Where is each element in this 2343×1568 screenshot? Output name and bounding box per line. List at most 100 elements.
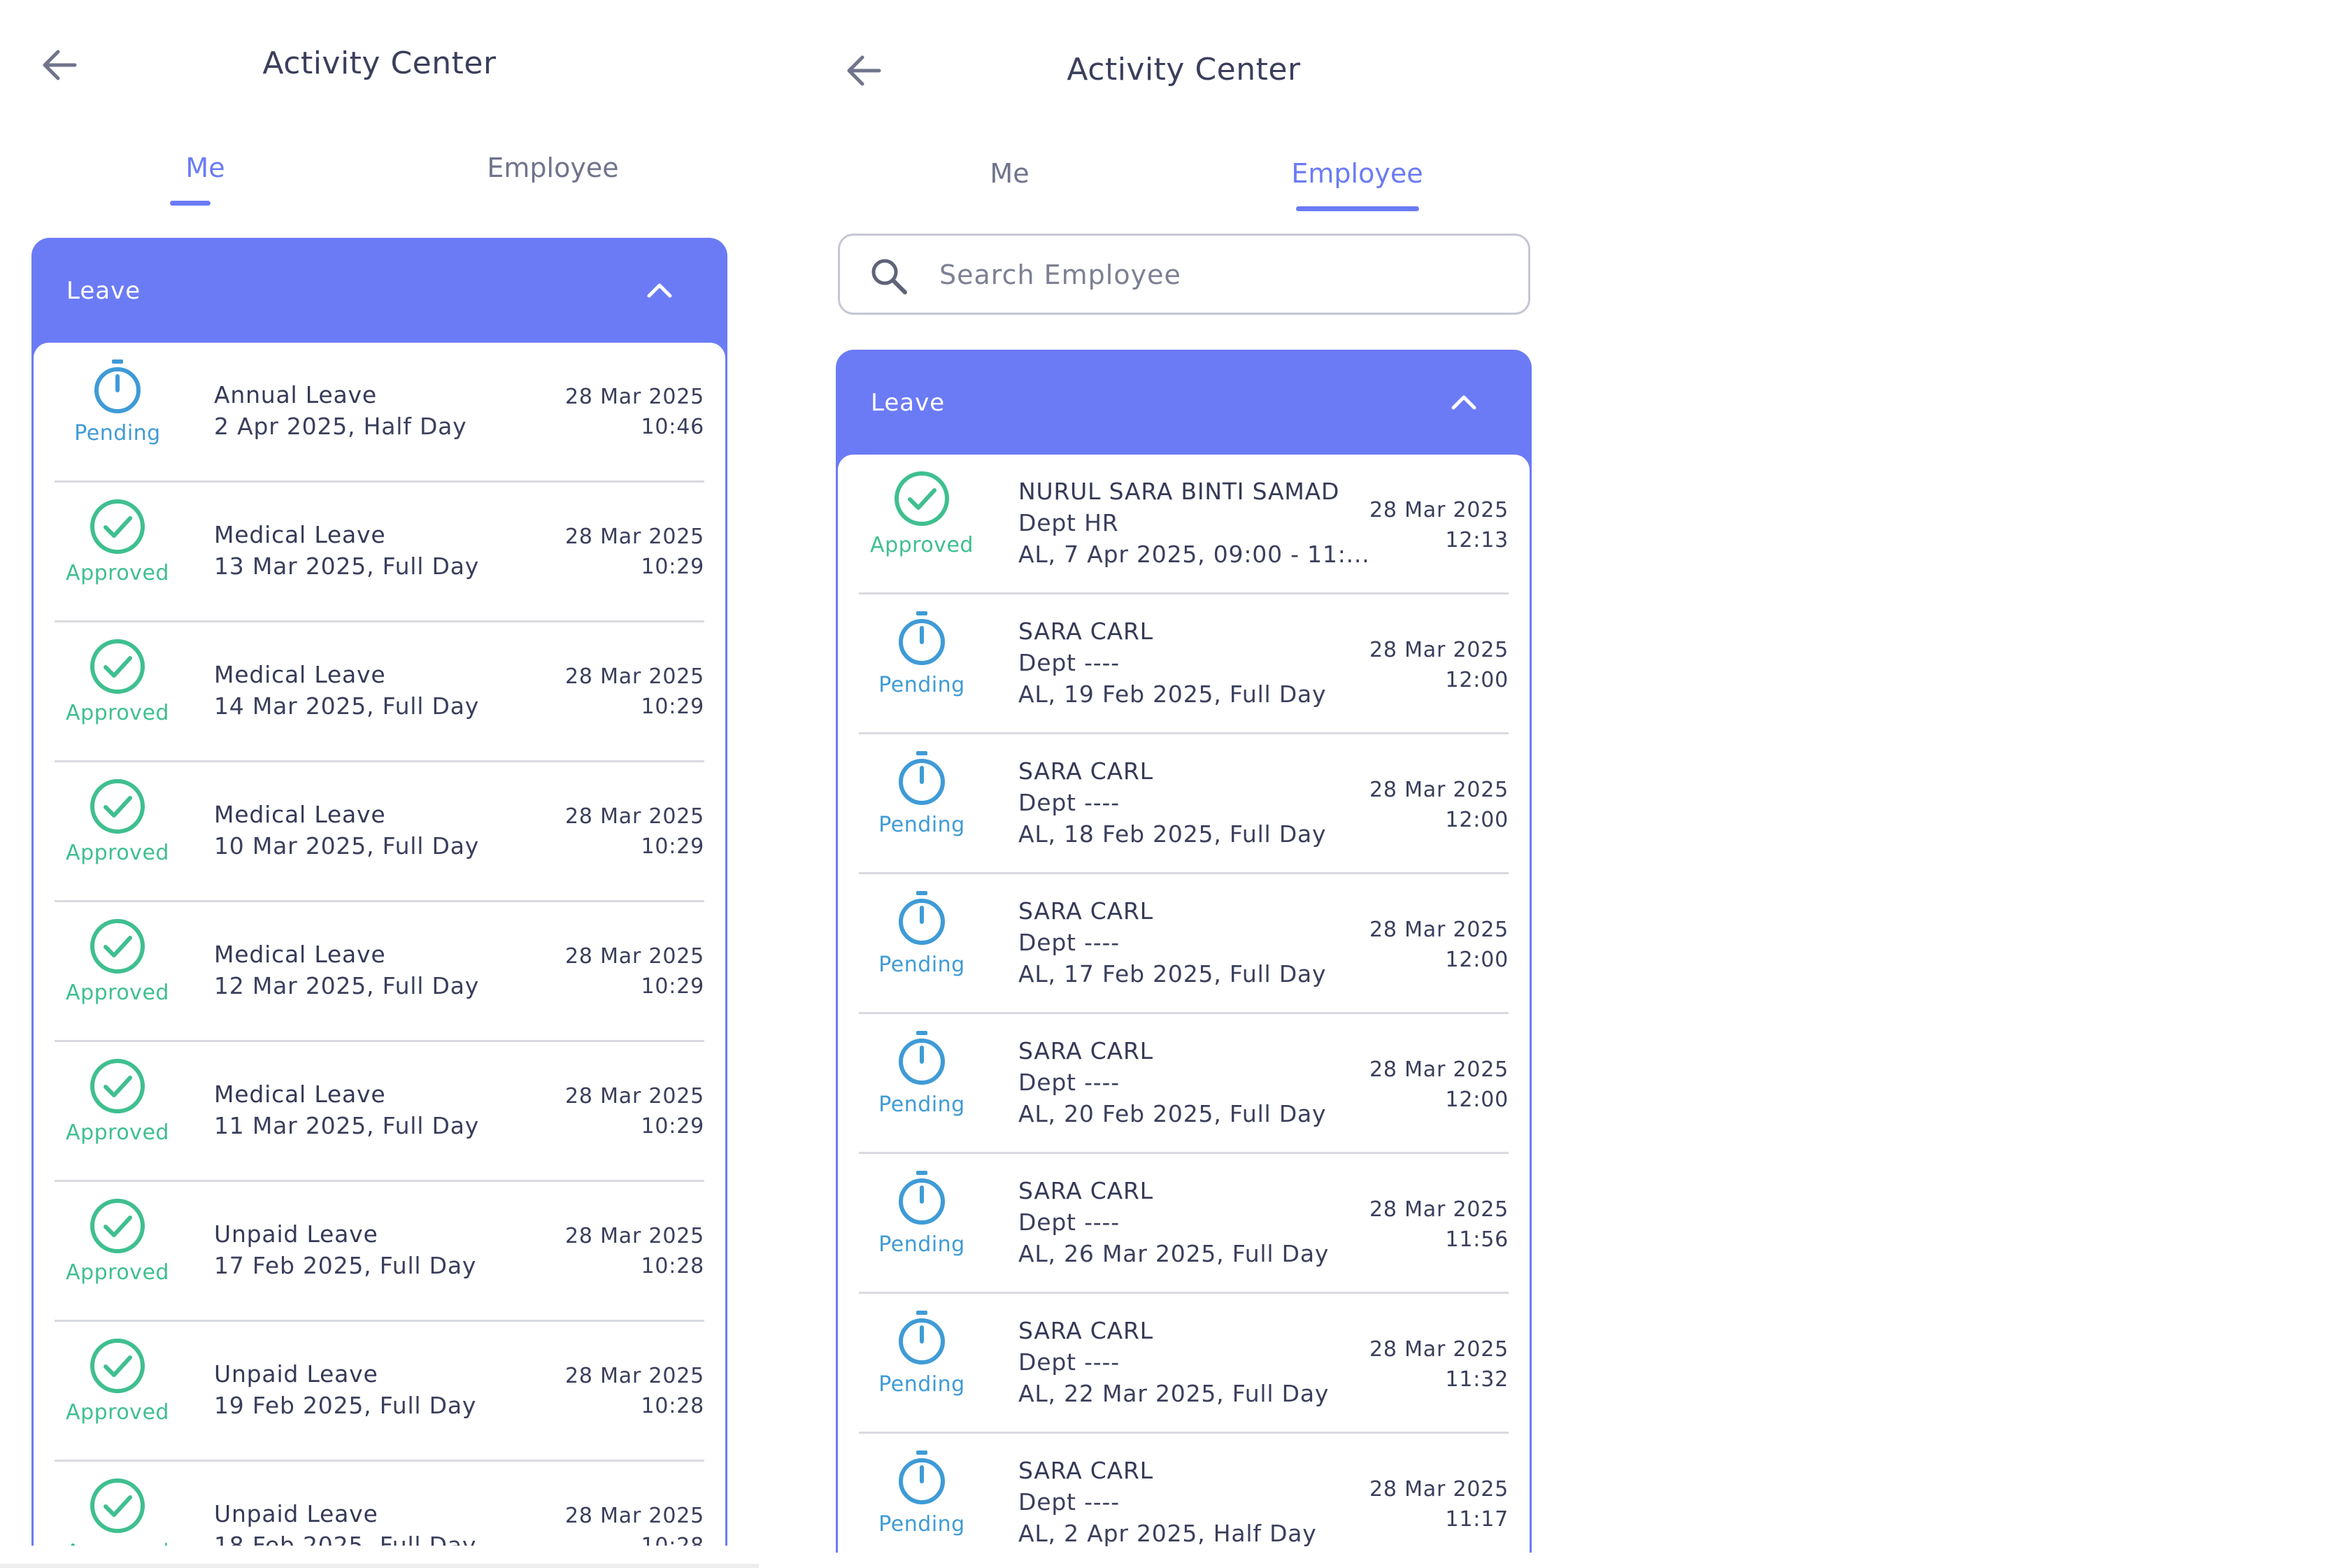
request-time: 11:56 [1445,1227,1509,1252]
status-label: Pending [878,1372,965,1397]
request-timestamp: 28 Mar 2025 12:13 [1369,495,1509,555]
request-date: 28 Mar 2025 [565,1504,704,1528]
employee-name: SARA CARL [1018,1177,1153,1204]
list-item[interactable]: Pending SARA CARL Dept ---- AL, 18 Feb 2025… [859,734,1509,874]
search-employee-box[interactable] [838,234,1530,315]
check-circle-icon [90,1339,145,1393]
request-date: 28 Mar 2025 [1369,638,1509,662]
status-indicator: Approved [55,1476,180,1546]
request-timestamp: 28 Mar 2025 12:00 [1369,915,1509,975]
item-info: Medical Leave 13 Mar 2025, Full Day [214,519,479,582]
check-circle-icon [90,639,145,694]
tab-me[interactable]: Me [836,145,1183,215]
status-indicator: Pending [55,357,180,446]
list-item[interactable]: Approved Medical Leave 12 Mar 2025, Full D… [55,902,704,1042]
status-indicator: Approved [859,469,985,557]
check-circle-icon [90,1478,145,1533]
leave-detail: 10 Mar 2025, Full Day [214,832,480,860]
item-info: SARA CARL Dept ---- AL, 19 Feb 2025, Full … [1018,615,1326,710]
list-item[interactable]: Approved Medical Leave 11 Mar 2025, Full D… [55,1042,704,1182]
tab-employee[interactable]: Employee [379,140,727,210]
stopwatch-icon [899,891,945,945]
header: Activity Center [0,0,759,133]
list-item[interactable]: Pending SARA CARL Dept ---- AL, 2 Apr 2025,… [859,1434,1509,1553]
request-time: 10:28 [641,1254,704,1278]
request-time: 12:00 [1445,808,1509,832]
item-info: Unpaid Leave 18 Feb 2025, Full Day [214,1498,476,1546]
request-timestamp: 28 Mar 2025 10:28 [565,1221,704,1281]
request-time: 10:29 [641,1114,704,1139]
request-time: 12:00 [1445,668,1509,692]
request-date: 28 Mar 2025 [1369,1337,1509,1362]
list-item[interactable]: Approved NURUL SARA BINTI SAMAD Dept HR AL,… [859,455,1509,594]
request-time: 11:17 [1445,1507,1509,1532]
request-time: 10:46 [641,415,704,439]
employee-dept: Dept ---- [1018,1069,1120,1096]
tab-bar: Me Employee [836,145,1532,222]
status-indicator: Approved [55,1056,180,1145]
leave-panel-header[interactable]: Leave [31,238,727,343]
status-indicator: Pending [859,748,985,837]
list-item[interactable]: Pending SARA CARL Dept ---- AL, 20 Feb 2025… [859,1014,1509,1154]
leave-detail: AL, 7 Apr 2025, 09:00 - 11:... [1018,541,1370,568]
list-item[interactable]: Approved Unpaid Leave 19 Feb 2025, Full Da… [55,1322,704,1462]
employee-name: SARA CARL [1018,757,1153,785]
leave-list: Pending Annual Leave 2 Apr 2025, Half Day 2… [34,343,725,1546]
tab-me-label: Me [990,158,1030,189]
stopwatch-icon [899,1171,945,1225]
employee-leave-list: Approved NURUL SARA BINTI SAMAD Dept HR AL,… [838,455,1530,1553]
header: Activity Center [804,0,1563,133]
request-timestamp: 28 Mar 2025 10:28 [565,1361,704,1421]
request-date: 28 Mar 2025 [1369,1057,1509,1082]
request-date: 28 Mar 2025 [565,1224,704,1248]
chevron-up-icon[interactable] [642,273,677,308]
request-date: 28 Mar 2025 [1369,498,1509,522]
tab-employee-label: Employee [487,152,619,183]
status-label: Pending [878,953,965,977]
list-item[interactable]: Pending SARA CARL Dept ---- AL, 22 Mar 2025… [859,1294,1509,1434]
list-item[interactable]: Approved Medical Leave 14 Mar 2025, Full D… [55,622,704,762]
chevron-up-icon[interactable] [1446,385,1481,420]
status-label: Approved [66,981,169,1005]
status-label: Approved [66,1260,169,1285]
stopwatch-icon [899,611,945,665]
request-date: 28 Mar 2025 [565,1084,704,1109]
list-item[interactable]: Pending SARA CARL Dept ---- AL, 26 Mar 2025… [859,1154,1509,1294]
activity-center-me-screen: Activity Center Me Employee Leave Pendin… [0,0,759,1568]
item-info: Unpaid Leave 19 Feb 2025, Full Day [214,1358,476,1421]
item-info: SARA CARL Dept ---- AL, 20 Feb 2025, Full … [1018,1035,1326,1129]
employee-dept: Dept HR [1018,509,1119,536]
list-item[interactable]: Approved Medical Leave 10 Mar 2025, Full D… [55,762,704,902]
status-indicator: Approved [55,1196,180,1285]
leave-detail: AL, 17 Feb 2025, Full Day [1018,960,1327,988]
status-label: Approved [870,533,974,557]
leave-detail: AL, 26 Mar 2025, Full Day [1018,1240,1330,1267]
request-time: 10:29 [641,694,704,719]
leave-panel-header[interactable]: Leave [836,350,1532,455]
status-label: Pending [878,813,965,837]
list-item[interactable]: Pending SARA CARL Dept ---- AL, 17 Feb 2025… [859,874,1509,1014]
tab-employee-label: Employee [1291,158,1423,189]
list-item[interactable]: Approved Unpaid Leave 17 Feb 2025, Full Da… [55,1182,704,1322]
leave-detail: AL, 22 Mar 2025, Full Day [1018,1380,1330,1407]
request-date: 28 Mar 2025 [565,525,704,549]
leave-type: Annual Leave [214,381,377,408]
request-date: 28 Mar 2025 [565,1364,704,1388]
leave-type: Medical Leave [214,1081,386,1108]
list-item[interactable]: Pending Annual Leave 2 Apr 2025, Half Day 2… [55,343,704,483]
leave-type: Medical Leave [214,801,386,828]
request-timestamp: 28 Mar 2025 10:29 [565,1081,704,1141]
status-label: Pending [878,1092,965,1117]
check-circle-icon [895,471,949,526]
list-item[interactable]: Approved Unpaid Leave 18 Feb 2025, Full Da… [55,1462,704,1546]
item-info: NURUL SARA BINTI SAMAD Dept HR AL, 7 Apr 2… [1018,476,1370,570]
item-info: SARA CARL Dept ---- AL, 18 Feb 2025, Full … [1018,755,1326,850]
tab-employee[interactable]: Employee [1183,145,1531,215]
request-timestamp: 28 Mar 2025 12:00 [1369,1055,1509,1115]
search-employee-input[interactable] [938,252,1500,297]
list-item[interactable]: Pending SARA CARL Dept ---- AL, 19 Feb 2025… [859,594,1509,734]
status-indicator: Approved [55,776,180,865]
request-timestamp: 28 Mar 2025 11:56 [1369,1195,1509,1255]
list-item[interactable]: Approved Medical Leave 13 Mar 2025, Full D… [55,483,704,622]
tab-me[interactable]: Me [31,140,379,210]
